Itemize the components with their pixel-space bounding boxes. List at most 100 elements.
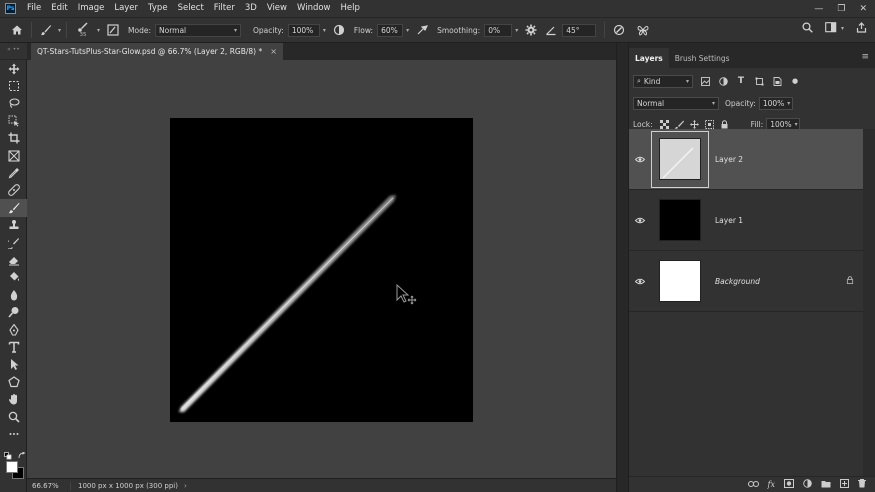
clone-stamp-tool-icon[interactable] — [0, 217, 27, 234]
smart-object-filter-icon[interactable] — [771, 75, 783, 87]
move-tool-icon[interactable] — [0, 60, 27, 77]
document-tab[interactable]: QT-Stars-TutsPlus-Star-Glow.psd @ 66.7% … — [31, 43, 283, 60]
menu-image[interactable]: Image — [73, 0, 110, 17]
blend-mode-select[interactable]: Normal ▾ — [633, 96, 719, 110]
workspace-icon[interactable] — [825, 22, 838, 35]
symmetry-butterfly-icon[interactable] — [634, 21, 652, 39]
type-tool-icon[interactable] — [0, 338, 27, 355]
shape-layer-filter-icon[interactable] — [753, 75, 765, 87]
menu-type[interactable]: Type — [143, 0, 173, 17]
zoom-tool-icon[interactable] — [0, 408, 27, 425]
eraser-tool-icon[interactable] — [0, 251, 27, 268]
add-mask-icon[interactable] — [784, 479, 794, 490]
lasso-tool-icon[interactable] — [0, 95, 27, 112]
chevron-down-icon[interactable]: ▾ — [515, 27, 518, 34]
menu-help[interactable]: Help — [336, 0, 365, 17]
pen-tool-icon[interactable] — [0, 321, 27, 338]
flow-field[interactable]: 60% — [377, 23, 404, 37]
document-canvas[interactable] — [170, 118, 473, 422]
tab-layers[interactable]: Layers — [629, 48, 669, 68]
home-icon[interactable] — [8, 21, 26, 39]
smoothing-options-gear-icon[interactable] — [522, 21, 540, 39]
filter-toggle-icon[interactable]: ● — [789, 75, 801, 87]
layer-lock-icon[interactable] — [846, 276, 854, 286]
photoshop-logo-icon[interactable]: Ps — [5, 3, 16, 14]
chevron-down-icon[interactable]: ▾ — [323, 27, 326, 34]
chevron-down-icon[interactable]: ▾ — [406, 27, 409, 34]
chevron-down-icon[interactable]: ▾ — [97, 27, 100, 34]
blur-tool-icon[interactable] — [0, 286, 27, 303]
close-window-icon[interactable]: ✕ — [859, 4, 867, 14]
shape-tool-icon[interactable] — [0, 373, 27, 390]
pixel-layer-filter-icon[interactable] — [699, 75, 711, 87]
menu-filter[interactable]: Filter — [209, 0, 240, 17]
brush-tool-icon[interactable] — [0, 199, 27, 217]
angle-field[interactable]: 45° — [562, 23, 597, 37]
menu-edit[interactable]: Edit — [46, 0, 72, 17]
hand-tool-icon[interactable] — [0, 390, 27, 407]
restore-icon[interactable]: ❐ — [837, 4, 845, 14]
opacity-field[interactable]: 100% — [287, 23, 320, 37]
new-group-folder-icon[interactable] — [821, 480, 831, 490]
history-brush-tool-icon[interactable] — [0, 234, 27, 251]
marquee-tool-icon[interactable] — [0, 77, 27, 94]
layer-name[interactable]: Background — [715, 277, 760, 286]
zoom-level[interactable]: 66.67% — [27, 481, 71, 490]
dodge-tool-icon[interactable] — [0, 303, 27, 320]
menu-view[interactable]: View — [262, 0, 292, 17]
visibility-eye-icon[interactable] — [629, 156, 651, 163]
adjustment-layer-filter-icon[interactable] — [717, 75, 729, 87]
tab-brush-settings[interactable]: Brush Settings — [669, 48, 736, 68]
frame-tool-icon[interactable] — [0, 147, 27, 164]
canvas-workspace[interactable] — [27, 60, 616, 478]
layer-opacity-field[interactable]: 100% ▾ — [758, 96, 793, 110]
healing-brush-tool-icon[interactable] — [0, 182, 27, 199]
menu-window[interactable]: Window — [292, 0, 336, 17]
foreground-color-swatch[interactable] — [6, 461, 18, 473]
airbrush-icon[interactable] — [413, 21, 431, 39]
mode-select[interactable]: Normal ▾ — [155, 23, 241, 37]
default-colors-icon[interactable] — [4, 452, 12, 460]
search-icon[interactable] — [802, 22, 813, 35]
layer-name[interactable]: Layer 1 — [715, 216, 743, 225]
layer-filter-kind-select[interactable]: ⌕ Kind ▾ — [633, 74, 693, 88]
smoothing-field[interactable]: 0% — [484, 23, 513, 37]
layer-row-background[interactable]: Background — [629, 251, 864, 312]
chevron-down-icon[interactable]: ▾ — [58, 27, 61, 34]
crop-tool-icon[interactable] — [0, 130, 27, 147]
layer-row-layer-1[interactable]: Layer 1 — [629, 190, 864, 251]
menu-3d[interactable]: 3D — [240, 0, 262, 17]
pressure-opacity-icon[interactable] — [330, 21, 348, 39]
brush-tool-preset-icon[interactable] — [37, 21, 55, 39]
delete-layer-trash-icon[interactable] — [858, 479, 866, 490]
link-layers-icon[interactable] — [747, 480, 759, 490]
eyedropper-tool-icon[interactable] — [0, 164, 27, 181]
swap-colors-icon[interactable] — [18, 452, 26, 460]
adjustment-layer-icon[interactable] — [803, 479, 812, 490]
chevron-right-icon[interactable]: › — [184, 482, 187, 490]
chevron-down-icon[interactable]: ▾ — [841, 25, 844, 32]
visibility-eye-icon[interactable] — [629, 217, 651, 224]
brush-settings-toggle-icon[interactable] — [104, 21, 122, 39]
path-selection-tool-icon[interactable] — [0, 356, 27, 373]
type-layer-filter-icon[interactable]: T — [735, 75, 747, 87]
canvas-vertical-scrollbar[interactable] — [616, 43, 627, 492]
layer-row-layer-2[interactable]: Layer 2 — [629, 129, 864, 190]
share-icon[interactable] — [856, 22, 867, 35]
visibility-eye-icon[interactable] — [629, 278, 651, 285]
tools-panel-collapse[interactable]: » •• — [0, 43, 27, 60]
new-layer-icon[interactable] — [840, 479, 849, 490]
menu-select[interactable]: Select — [173, 0, 209, 17]
layer-style-fx-icon[interactable]: fx — [768, 480, 775, 489]
menu-file[interactable]: File — [22, 0, 46, 17]
paint-bucket-tool-icon[interactable] — [0, 269, 27, 286]
minimize-icon[interactable]: — — [814, 4, 823, 14]
brush-size-picker[interactable]: 35 — [72, 19, 94, 41]
panel-menu-icon[interactable]: ≡ — [861, 52, 869, 62]
close-tab-icon[interactable]: × — [270, 47, 277, 56]
layer-name[interactable]: Layer 2 — [715, 155, 743, 164]
document-size-info[interactable]: 1000 px x 1000 px (300 ppi) — [71, 482, 178, 490]
object-selection-tool-icon[interactable] — [0, 112, 27, 129]
pressure-size-icon[interactable] — [610, 21, 628, 39]
menu-layer[interactable]: Layer — [109, 0, 143, 17]
